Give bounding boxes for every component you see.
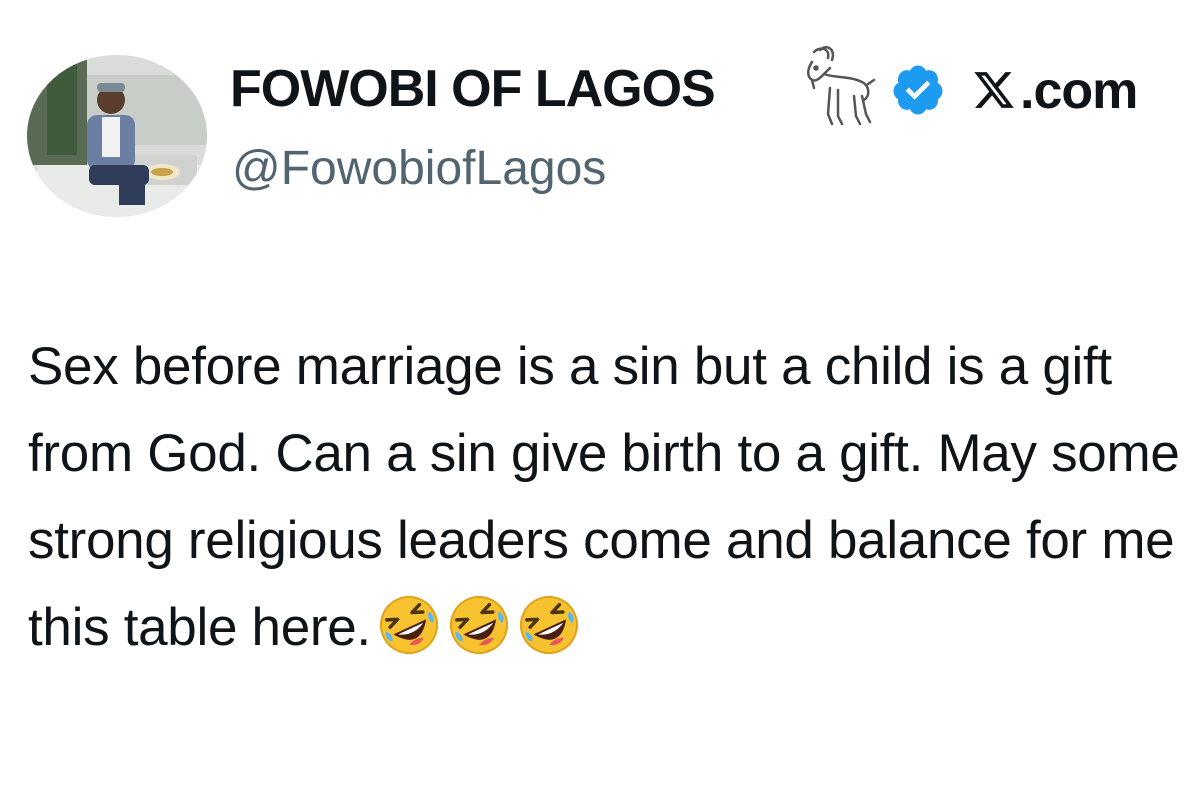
x-com-label[interactable]: .com: [972, 60, 1138, 122]
tweet-body: Sex before marriage is a sin but a child…: [28, 323, 1188, 671]
rolling-on-floor-laughing-emoji-2: [449, 596, 508, 654]
tweet-text: Sex before marriage is a sin but a child…: [28, 337, 1180, 657]
site-label: .com: [1020, 62, 1138, 120]
display-name[interactable]: FOWOBI OF LAGOS: [230, 58, 716, 120]
user-handle[interactable]: @FowobiofLagos: [232, 140, 606, 198]
avatar[interactable]: [27, 55, 207, 217]
tweet-card: FOWOBI OF LAGOS .com @FowobiofLagos Sex …: [0, 0, 1200, 798]
rolling-on-floor-laughing-emoji-3: [519, 596, 578, 654]
emoji-row: [371, 596, 581, 657]
verified-badge-icon: [893, 65, 943, 115]
rolling-on-floor-laughing-emoji-1: [379, 596, 438, 654]
x-logo-icon: [974, 72, 1014, 108]
goat-icon: [807, 46, 876, 126]
